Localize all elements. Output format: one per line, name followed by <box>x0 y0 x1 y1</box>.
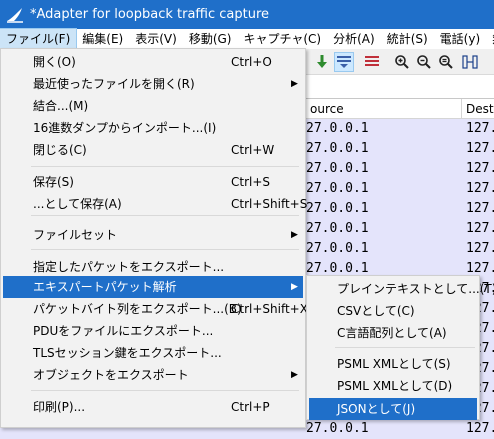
menu-item-label: プレインテキストとして...(T) <box>337 282 494 296</box>
export-submenu-item-3[interactable]: PSML XMLとして(S) <box>309 353 477 375</box>
packet-destination: 127. <box>466 161 494 176</box>
menubar-item-2[interactable]: 表示(V) <box>129 29 183 49</box>
menu-item-label: オブジェクトをエクスポート <box>33 368 189 382</box>
menu-item-shortcut: Ctrl+Shift+X <box>231 302 308 316</box>
menu-item-shortcut: Ctrl+P <box>231 400 270 414</box>
file-menu-item-10[interactable]: パケットバイト列をエクスポート...(B) Ctrl+Shift+X <box>3 298 308 320</box>
file-menu-item-0[interactable]: 開く(O) Ctrl+O <box>3 51 303 73</box>
packet-source: 27.0.0.1 <box>306 161 369 176</box>
file-menu-item-1[interactable]: 最近使ったファイルを開く(R) ▶ <box>3 73 303 95</box>
menu-item-label: ファイルセット <box>33 228 118 242</box>
submenu-arrow-icon: ▶ <box>291 230 298 240</box>
packet-destination: 127. <box>466 181 494 196</box>
menu-item-label: PSML XMLとして(D) <box>337 379 453 393</box>
packet-destination: 127. <box>466 141 494 156</box>
export-submenu-item-4[interactable]: PSML XMLとして(D) <box>309 375 477 397</box>
menu-item-label: 16進数ダンプからインポート...(I) <box>33 121 217 135</box>
window-title: *Adapter for loopback traffic capture <box>30 7 270 22</box>
menu-item-label: CSVとして(C) <box>337 304 415 318</box>
packet-destination: 127. <box>466 221 494 236</box>
menu-item-label: 最近使ったファイルを開く(R) <box>33 77 195 91</box>
file-menu-item-4[interactable]: 閉じる(C) Ctrl+W <box>3 139 303 161</box>
menu-item-label: 閉じる(C) <box>33 143 87 157</box>
packet-destination: 127. <box>466 121 494 136</box>
menu-item-label: パケットバイト列をエクスポート...(B) <box>33 302 242 316</box>
menubar-item-5[interactable]: 分析(A) <box>327 29 381 49</box>
menubar-item-3[interactable]: 移動(G) <box>183 29 238 49</box>
zoom-out-icon[interactable] <box>414 52 434 72</box>
file-menu-item-11[interactable]: PDUをファイルにエクスポート... <box>3 320 303 342</box>
menu-item-label: 保存(S) <box>33 175 74 189</box>
zoom-normal-icon[interactable] <box>436 52 456 72</box>
menubar-item-1[interactable]: 編集(E) <box>76 29 129 49</box>
menubar-item-6[interactable]: 統計(S) <box>381 29 434 49</box>
menubar-item-7[interactable]: 電話(y) <box>434 29 486 49</box>
menu-item-shortcut: Ctrl+W <box>231 143 275 157</box>
zoom-in-icon[interactable] <box>392 52 412 72</box>
file-menu-item-8[interactable]: 指定したパケットをエクスポート... <box>3 256 303 278</box>
submenu-arrow-icon: ▶ <box>291 282 298 292</box>
menu-separator <box>31 215 299 216</box>
packet-source: 27.0.0.1 <box>306 181 369 196</box>
file-menu-item-2[interactable]: 結合...(M) <box>3 95 303 117</box>
packet-source: 27.0.0.1 <box>306 121 369 136</box>
packet-destination: 127. <box>466 261 494 276</box>
menubar-item-0[interactable]: ファイル(F) <box>0 28 78 50</box>
menu-item-label: JSONとして(J) <box>337 402 416 416</box>
file-menu-item-14[interactable]: 印刷(P)... Ctrl+P <box>3 396 303 418</box>
column-header-destination[interactable]: Desti <box>462 99 494 119</box>
packet-source: 27.0.0.1 <box>306 201 369 216</box>
export-submenu-item-2[interactable]: C言語配列として(A) <box>309 322 477 344</box>
resize-columns-icon[interactable] <box>460 52 480 72</box>
menu-item-label: PSML XMLとして(S) <box>337 357 451 371</box>
go-last-packet-icon[interactable] <box>312 52 332 72</box>
export-submenu-item-0[interactable]: プレインテキストとして...(T) <box>309 278 494 300</box>
column-header-source[interactable]: ource <box>306 99 462 119</box>
file-menu-item-5[interactable]: 保存(S) Ctrl+S <box>3 171 303 193</box>
auto-scroll-icon[interactable] <box>334 52 354 72</box>
packet-source: 27.0.0.1 <box>306 221 369 236</box>
menu-item-shortcut: Ctrl+Shift+S <box>231 197 308 211</box>
export-submenu-item-1[interactable]: CSVとして(C) <box>309 300 477 322</box>
file-menu-item-7[interactable]: ファイルセット ▶ <box>3 224 303 246</box>
packet-destination: 127. <box>466 201 494 216</box>
packet-source: 27.0.0.1 <box>306 241 369 256</box>
menu-separator <box>31 249 299 250</box>
menu-separator <box>31 390 299 391</box>
menu-item-label: 開く(O) <box>33 55 76 69</box>
menu-item-label: C言語配列として(A) <box>337 326 447 340</box>
menubar-item-4[interactable]: キャプチャ(C) <box>237 29 327 49</box>
menu-item-label: 印刷(P)... <box>33 400 86 414</box>
file-menu-item-13[interactable]: オブジェクトをエクスポート ▶ <box>3 364 303 386</box>
file-menu-item-9[interactable]: エキスパートパケット解析 ▶ <box>3 276 303 298</box>
packet-source: 27.0.0.1 <box>306 261 369 276</box>
menu-item-label: PDUをファイルにエクスポート... <box>33 324 214 338</box>
menu-item-label: TLSセッション鍵をエクスポート... <box>33 346 222 360</box>
packet-source: 27.0.0.1 <box>306 421 369 436</box>
menu-item-label: エキスパートパケット解析 <box>33 280 177 294</box>
file-menu: 開く(O) Ctrl+O 最近使ったファイルを開く(R) ▶ 結合...(M) 16進数ダ… <box>0 48 308 428</box>
submenu-arrow-icon: ▶ <box>291 79 298 89</box>
menu-item-shortcut: Ctrl+O <box>231 55 272 69</box>
packet-source: 27.0.0.1 <box>306 141 369 156</box>
file-menu-item-6[interactable]: ...として保存(A) Ctrl+Shift+S <box>3 193 307 215</box>
menu-bar: ファイル(F) 編集(E) 表示(V) 移動(G) キャプチャ(C) 分析(A) 統計(S)… <box>0 28 494 50</box>
menu-separator <box>31 166 299 167</box>
title-bar: *Adapter for loopback traffic capture <box>0 0 494 29</box>
menu-item-label: ...として保存(A) <box>33 197 122 211</box>
export-submenu-item-5[interactable]: JSONとして(J) <box>309 398 477 420</box>
menu-item-label: 結合...(M) <box>33 99 89 113</box>
submenu-arrow-icon: ▶ <box>291 370 298 380</box>
menu-separator <box>335 347 475 348</box>
file-menu-item-3[interactable]: 16進数ダンプからインポート...(I) <box>3 117 303 139</box>
file-menu-item-12[interactable]: TLSセッション鍵をエクスポート... <box>3 342 303 364</box>
export-packet-dissections-submenu: プレインテキストとして...(T) CSVとして(C) C言語配列として(A) PSM… <box>306 275 494 420</box>
colorize-list-icon[interactable] <box>362 52 382 72</box>
menu-item-shortcut: Ctrl+S <box>231 175 271 189</box>
wireshark-fin-icon <box>7 7 23 23</box>
menubar-item-8[interactable]: 無線 <box>486 29 494 49</box>
packet-destination: 127. <box>466 241 494 256</box>
menu-item-label: 指定したパケットをエクスポート... <box>33 260 225 274</box>
packet-destination: 127. <box>466 421 494 436</box>
